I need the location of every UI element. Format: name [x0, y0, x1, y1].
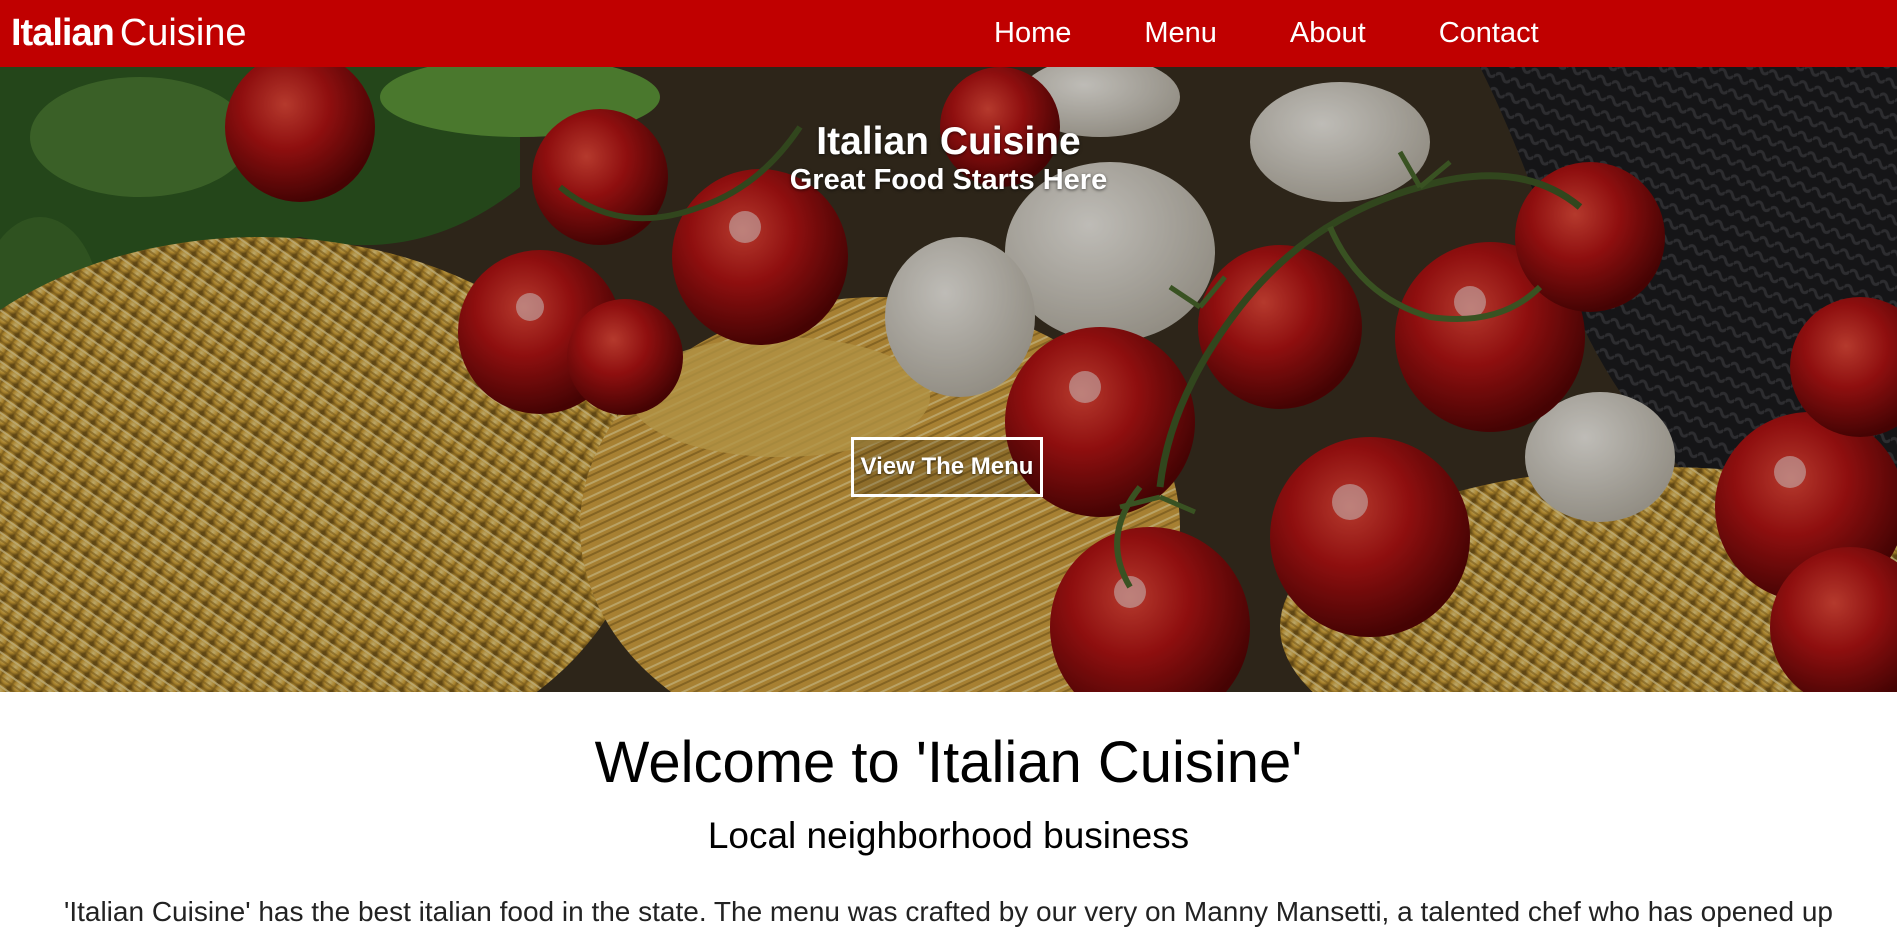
main-nav: Home Menu About Contact — [994, 0, 1612, 67]
hero-banner: Italian Cuisine Great Food Starts Here V… — [0, 67, 1897, 692]
top-navbar: Italian Cuisine Home Menu About Contact — [0, 0, 1897, 67]
brand-light-text: Cuisine — [119, 12, 247, 54]
site-logo[interactable]: Italian Cuisine — [11, 12, 247, 54]
hero-subtitle: Great Food Starts Here — [789, 164, 1108, 196]
nav-link-menu[interactable]: Menu — [1144, 0, 1217, 67]
hero-title: Italian Cuisine — [816, 120, 1081, 163]
nav-link-contact[interactable]: Contact — [1439, 0, 1539, 67]
nav-link-about[interactable]: About — [1290, 0, 1366, 67]
welcome-heading: Welcome to 'Italian Cuisine' — [594, 730, 1303, 795]
nav-link-home[interactable]: Home — [994, 0, 1071, 67]
tagline-heading: Local neighborhood business — [707, 815, 1190, 856]
view-menu-button[interactable]: View The Menu — [851, 437, 1043, 497]
intro-paragraph: 'Italian Cuisine' has the best italian f… — [63, 896, 1834, 927]
brand-bold-text: Italian — [11, 12, 115, 54]
